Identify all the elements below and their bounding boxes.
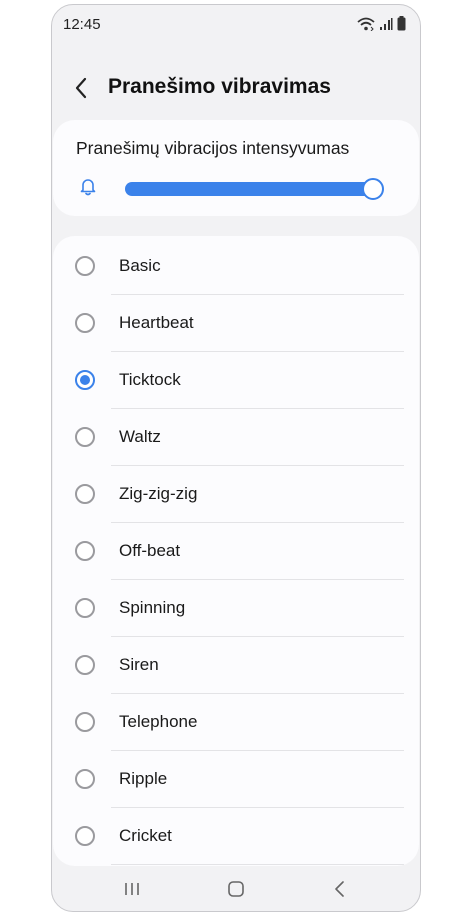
list-item-waltz[interactable]: Waltz (53, 409, 419, 466)
radio-button[interactable] (75, 484, 95, 504)
radio-button-selected[interactable] (75, 370, 95, 390)
radio-button[interactable] (75, 313, 95, 333)
list-item-label: Waltz (119, 427, 161, 446)
radio-button[interactable] (75, 598, 95, 618)
bell-icon (80, 179, 96, 196)
nav-back-icon[interactable] (328, 879, 352, 899)
status-time: 12:45 (63, 16, 101, 33)
list-item-siren[interactable]: Siren (53, 637, 419, 694)
phone-frame: 12:45 Pranešimo vibravimas Pranešimų vib… (51, 4, 421, 912)
list-item-basic[interactable]: Basic (53, 238, 419, 295)
intensity-card: Pranešimų vibracijos intensyvumas (53, 120, 419, 216)
battery-icon (397, 16, 406, 31)
list-item-label: Zig-zig-zig (119, 484, 198, 503)
radio-button[interactable] (75, 769, 95, 789)
list-item-label: Cricket (119, 826, 172, 845)
list-item-heartbeat[interactable]: Heartbeat (53, 295, 419, 352)
radio-button[interactable] (75, 826, 95, 846)
app-header: Pranešimo vibravimas (52, 65, 420, 113)
list-item-ripple[interactable]: Ripple (53, 751, 419, 808)
list-item-spinning[interactable]: Spinning (53, 580, 419, 637)
list-item-label: Spinning (119, 598, 186, 617)
list-item-label: Basic (119, 256, 161, 275)
list-item-ticktock[interactable]: Ticktock (53, 352, 419, 409)
list-item-label: Ticktock (119, 370, 181, 389)
list-item-telephone[interactable]: Telephone (53, 694, 419, 751)
radio-button[interactable] (75, 541, 95, 561)
list-item-cricket[interactable]: Cricket (53, 808, 419, 865)
list-item-label: Ripple (119, 769, 168, 788)
intensity-slider[interactable] (125, 182, 377, 196)
list-item-label: Heartbeat (119, 313, 194, 332)
divider (111, 864, 404, 865)
list-item-label: Off-beat (119, 541, 181, 560)
radio-button[interactable] (75, 256, 95, 276)
intensity-slider-thumb[interactable] (362, 178, 384, 200)
recents-icon[interactable] (120, 879, 144, 899)
status-bar: 12:45 (52, 5, 420, 43)
list-item-label: Siren (119, 655, 159, 674)
home-icon[interactable] (224, 879, 248, 899)
signal-icon (380, 18, 393, 30)
status-icons (357, 16, 406, 31)
list-item-off-beat[interactable]: Off-beat (53, 523, 419, 580)
radio-button[interactable] (75, 712, 95, 732)
radio-button[interactable] (75, 655, 95, 675)
list-item-zig-zig-zig[interactable]: Zig-zig-zig (53, 466, 419, 523)
back-arrow-icon[interactable] (70, 75, 94, 101)
list-item-label: Telephone (119, 712, 198, 731)
pattern-list: Basic Heartbeat Ticktock Waltz Zig-zig-z… (53, 236, 419, 866)
page-title: Pranešimo vibravimas (108, 75, 331, 98)
wifi-icon (357, 17, 375, 31)
navigation-bar (52, 867, 420, 911)
radio-button[interactable] (75, 427, 95, 447)
intensity-label: Pranešimų vibracijos intensyvumas (76, 138, 350, 158)
